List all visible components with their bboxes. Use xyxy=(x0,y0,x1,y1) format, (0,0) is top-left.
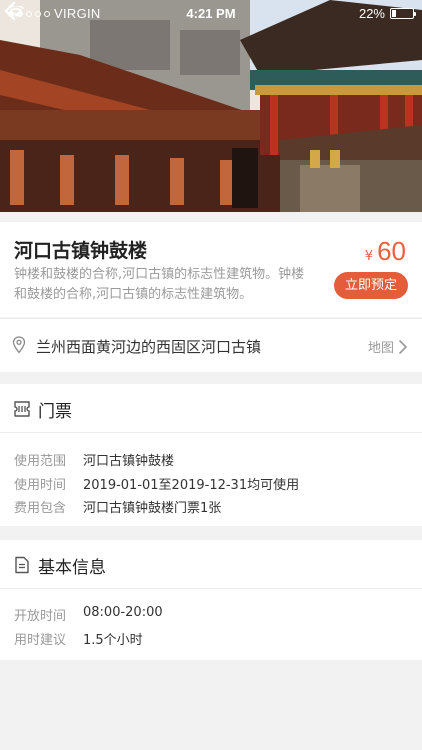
temple-illustration xyxy=(0,0,422,212)
row-label: 使用范围 xyxy=(14,454,67,469)
ticket-row: 费用包含 河口古镇钟鼓楼门票1张 xyxy=(14,497,221,516)
attraction-description: 钟楼和鼓楼的合称,河口古镇的标志性建筑物。钟楼和鼓楼的合称,河口古镇的标志性建筑… xyxy=(14,267,305,302)
chevron-right-icon xyxy=(399,339,407,354)
row-label: 开放时间 xyxy=(14,609,67,624)
attraction-detail-page: VIRGIN 4:21 PM 22% 河口古镇钟鼓楼 钟楼和鼓楼的合称,河口古镇… xyxy=(0,0,422,750)
map-label: 地图 xyxy=(367,341,394,356)
attraction-summary-card: 河口古镇钟鼓楼 钟楼和鼓楼的合称,河口古镇的标志性建筑物。钟楼和鼓楼的合称,河口… xyxy=(0,222,422,317)
chevron-left-icon[interactable] xyxy=(0,0,22,22)
info-row: 用时建议 1.5个小时 xyxy=(14,629,143,648)
battery-icon xyxy=(390,8,416,19)
battery-percent: 22% xyxy=(358,6,385,21)
price: ¥ 60 xyxy=(365,236,406,267)
map-link[interactable]: 地图 xyxy=(368,337,408,356)
row-value: 河口古镇钟鼓楼门票1张 xyxy=(83,501,222,516)
currency-symbol: ¥ xyxy=(364,249,374,264)
ticket-section: 门票 使用范围 河口古镇钟鼓楼 使用时间 2019-01-01至2019-12-… xyxy=(0,384,422,526)
row-value: 1.5个小时 xyxy=(83,633,143,648)
basic-info-title: 基本信息 xyxy=(38,558,106,578)
address-text: 兰州西面黄河边的西固区河口古镇 xyxy=(36,338,262,356)
location-pin-icon xyxy=(12,336,26,354)
row-value: 河口古镇钟鼓楼 xyxy=(83,454,175,469)
hero-image: VIRGIN 4:21 PM 22% xyxy=(0,0,422,212)
basic-info-section: 基本信息 开放时间 08:00-20:00 用时建议 1.5个小时 xyxy=(0,540,422,660)
ticket-section-title: 门票 xyxy=(38,402,72,422)
book-now-button[interactable]: 立即预定 xyxy=(334,272,408,299)
row-value: 08:00-20:00 xyxy=(83,605,163,620)
address-row[interactable]: 兰州西面黄河边的西固区河口古镇 地图 xyxy=(0,318,422,372)
status-bar: VIRGIN 4:21 PM 22% xyxy=(0,0,422,26)
price-value: 60 xyxy=(377,236,406,266)
row-value: 2019-01-01至2019-12-31均可使用 xyxy=(83,478,300,493)
row-label: 费用包含 xyxy=(14,501,67,516)
row-label: 使用时间 xyxy=(14,478,67,493)
ticket-row: 使用时间 2019-01-01至2019-12-31均可使用 xyxy=(14,474,299,493)
ticket-icon xyxy=(14,401,30,417)
ticket-row: 使用范围 河口古镇钟鼓楼 xyxy=(14,450,174,469)
row-label: 用时建议 xyxy=(14,633,67,648)
document-icon xyxy=(15,556,29,574)
info-row: 开放时间 08:00-20:00 xyxy=(14,605,163,624)
basic-info-header: 基本信息 xyxy=(0,540,422,589)
attraction-title: 河口古镇钟鼓楼 xyxy=(14,240,148,262)
ticket-section-header: 门票 xyxy=(0,384,422,433)
